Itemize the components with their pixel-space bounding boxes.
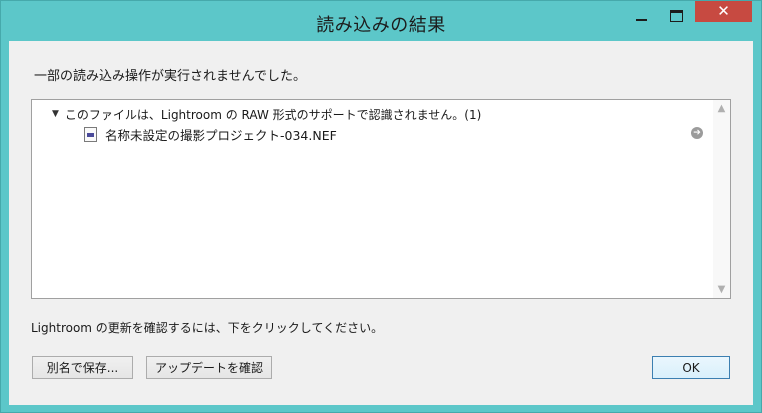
file-name: 名称未設定の撮影プロジェクト-034.NEF xyxy=(105,127,337,143)
minimize-icon xyxy=(635,18,647,21)
close-icon: ✕ xyxy=(717,2,730,20)
dialog-content: 一部の読み込み操作が実行されませんでした。 ▼ このファイルは、Lightroo… xyxy=(9,41,753,405)
group-label: このファイルは、Lightroom の RAW 形式のサポートで認識されません。… xyxy=(64,107,482,122)
ok-button[interactable]: OK xyxy=(652,356,730,379)
raw-file-icon xyxy=(84,126,97,142)
results-group[interactable]: ▼ このファイルは、Lightroom の RAW 形式のサポートで認識されませ… xyxy=(52,104,481,124)
title-bar[interactable]: 読み込みの結果 ✕ xyxy=(1,1,761,41)
list-item[interactable]: 名称未設定の撮影プロジェクト-034.NEF xyxy=(84,124,704,144)
scroll-up-icon[interactable]: ▲ xyxy=(713,100,730,117)
close-button[interactable]: ✕ xyxy=(695,1,752,22)
minimize-button[interactable] xyxy=(625,1,657,30)
save-as-button[interactable]: 別名で保存... xyxy=(32,356,133,379)
collapse-triangle-icon[interactable]: ▼ xyxy=(52,109,59,119)
maximize-button[interactable] xyxy=(657,1,695,30)
maximize-icon xyxy=(669,9,683,22)
check-updates-button[interactable]: アップデートを確認 xyxy=(146,356,272,379)
result-message: 一部の読み込み操作が実行されませんでした。 xyxy=(34,69,306,84)
scroll-down-icon[interactable]: ▼ xyxy=(713,281,730,298)
vertical-scrollbar[interactable]: ▲ ▼ xyxy=(713,100,730,298)
results-list[interactable]: ▼ このファイルは、Lightroom の RAW 形式のサポートで認識されませ… xyxy=(31,99,731,299)
dialog-window: 読み込みの結果 ✕ 一部の読み込み操作が実行されませんでした。 ▼ このファイル… xyxy=(0,0,762,413)
reveal-arrow-icon[interactable]: ➔ xyxy=(691,127,703,139)
update-instruction: Lightroom の更新を確認するには、下をクリックしてください。 xyxy=(31,321,384,335)
